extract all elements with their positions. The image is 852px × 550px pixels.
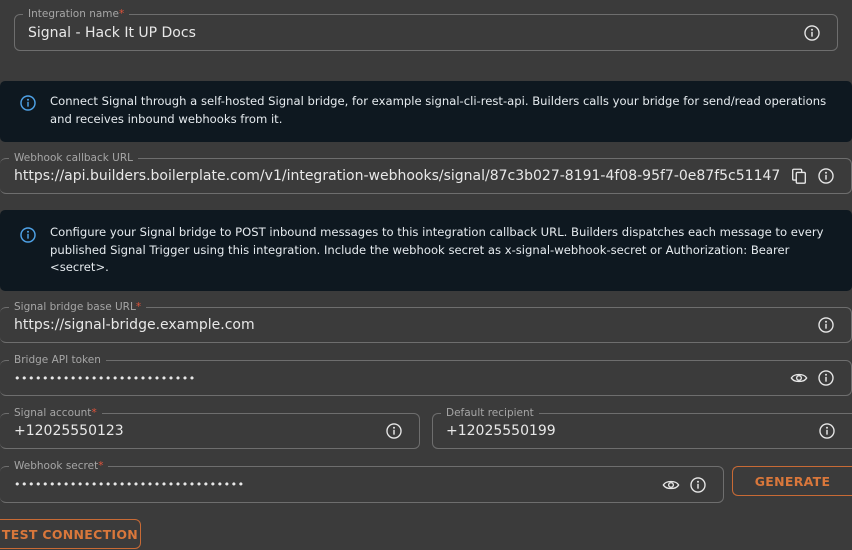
info-icon[interactable] — [689, 476, 707, 494]
info-icon — [19, 226, 37, 248]
copy-icon[interactable] — [790, 167, 808, 185]
signal-account-field[interactable]: Signal account* +12025550123 — [0, 406, 420, 449]
signal-account-value: +12025550123 — [14, 423, 124, 439]
info-icon[interactable] — [803, 24, 821, 42]
eye-icon[interactable] — [662, 476, 680, 494]
default-recipient-value: +12025550199 — [446, 423, 556, 439]
webhook-secret-value: ••••••••••••••••••••••••••••••••• — [14, 478, 245, 491]
info-icon[interactable] — [817, 316, 835, 334]
info-icon[interactable] — [385, 422, 403, 440]
webhook-callback-url-field[interactable]: Webhook callback URL https://api.builder… — [0, 151, 852, 194]
info-icon — [19, 94, 37, 116]
bridge-api-token-value: •••••••••••••••••••••••••• — [14, 371, 196, 385]
info-icon[interactable] — [818, 422, 836, 440]
generate-button[interactable]: GENERATE — [732, 466, 852, 496]
test-connection-button[interactable]: TEST CONNECTION — [0, 519, 141, 549]
bridge-base-url-value: https://signal-bridge.example.com — [14, 317, 255, 333]
info-icon[interactable] — [817, 369, 835, 387]
info-icon[interactable] — [817, 167, 835, 185]
webhook-callback-url-value: https://api.builders.boilerplate.com/v1/… — [14, 168, 781, 184]
info-alert-connect-text: Connect Signal through a self-hosted Sig… — [50, 94, 827, 126]
bridge-base-url-field[interactable]: Signal bridge base URL* https://signal-b… — [0, 300, 852, 343]
info-alert-configure: Configure your Signal bridge to POST inb… — [0, 210, 852, 291]
bridge-api-token-field[interactable]: Bridge API token •••••••••••••••••••••••… — [0, 353, 852, 396]
integration-name-field[interactable]: Integration name* Signal - Hack It UP Do… — [14, 7, 838, 51]
eye-icon[interactable] — [790, 369, 808, 387]
integration-name-value: Signal - Hack It UP Docs — [28, 24, 196, 41]
info-alert-configure-text: Configure your Signal bridge to POST inb… — [50, 225, 824, 274]
webhook-secret-field[interactable]: Webhook secret* ••••••••••••••••••••••••… — [0, 459, 724, 503]
info-alert-connect: Connect Signal through a self-hosted Sig… — [0, 81, 852, 142]
default-recipient-field[interactable]: Default recipient +12025550199 — [432, 406, 852, 449]
